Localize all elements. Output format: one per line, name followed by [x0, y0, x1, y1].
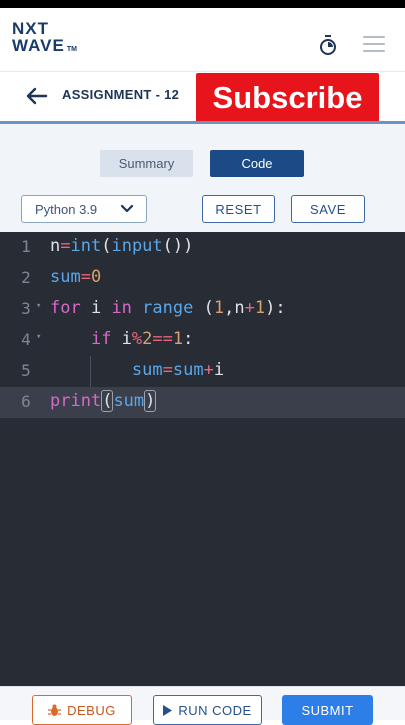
line-number: 2	[21, 268, 31, 287]
code-line-2[interactable]: 2 sum=0	[0, 263, 405, 294]
code-text-2: sum=0	[50, 267, 102, 287]
code-text-4: if i%2==1:	[90, 329, 194, 349]
line-number: 1	[21, 237, 31, 256]
language-select-value: Python 3.9	[35, 201, 98, 217]
bug-icon	[48, 704, 62, 716]
code-text-3: for i in range (1,n+1):	[50, 298, 286, 318]
submit-button[interactable]: SUBMIT	[282, 695, 373, 725]
tab-summary[interactable]: Summary	[100, 150, 193, 177]
code-line-6[interactable]: 6 print(sum)	[0, 387, 405, 418]
fold-arrow-icon[interactable]: ▾	[36, 332, 41, 342]
line-number: 6	[21, 392, 31, 411]
code-editor[interactable]: 1 n=int(input()) 2 sum=0 3 ▾ for i in ra…	[0, 232, 405, 686]
logo-line-1: NXT	[12, 19, 49, 38]
code-line-5[interactable]: 5 sum=sum+i	[0, 356, 405, 387]
line-number: 3	[21, 299, 31, 318]
line-number: 4	[21, 330, 31, 349]
play-icon	[163, 704, 173, 716]
subscribe-overlay-button[interactable]: Subscribe	[196, 73, 379, 123]
arrow-left-icon[interactable]	[24, 86, 48, 106]
debug-button[interactable]: DEBUG	[32, 695, 132, 725]
app-header: NXT WAVE TM	[0, 8, 405, 72]
code-text-6: print(sum)	[50, 390, 157, 412]
logo-line-2: WAVE	[12, 36, 65, 55]
chevron-down-icon	[120, 204, 134, 213]
fold-arrow-icon[interactable]: ▾	[36, 301, 41, 311]
code-line-3[interactable]: 3 ▾ for i in range (1,n+1):	[0, 294, 405, 325]
save-button[interactable]: SAVE	[291, 195, 365, 223]
nxtwave-logo[interactable]: NXT WAVE TM	[12, 20, 77, 58]
run-code-button[interactable]: RUN CODE	[153, 695, 262, 725]
reset-button[interactable]: RESET	[202, 195, 275, 223]
code-line-4[interactable]: 4 ▾ if i%2==1:	[0, 325, 405, 356]
status-bar-strip	[0, 0, 405, 8]
code-text-1: n=int(input())	[50, 236, 194, 256]
tab-code[interactable]: Code	[210, 150, 304, 177]
run-code-label: RUN CODE	[178, 702, 252, 718]
debug-label: DEBUG	[67, 702, 116, 718]
line-number: 5	[21, 361, 31, 380]
language-select[interactable]: Python 3.9	[21, 195, 147, 223]
hamburger-menu-icon[interactable]	[363, 36, 385, 52]
timer-icon[interactable]	[318, 34, 338, 56]
code-text-5: sum=sum+i	[131, 360, 225, 380]
page-title: ASSIGNMENT - 12	[62, 87, 180, 102]
logo-trademark: TM	[66, 46, 77, 53]
code-line-1[interactable]: 1 n=int(input())	[0, 232, 405, 263]
